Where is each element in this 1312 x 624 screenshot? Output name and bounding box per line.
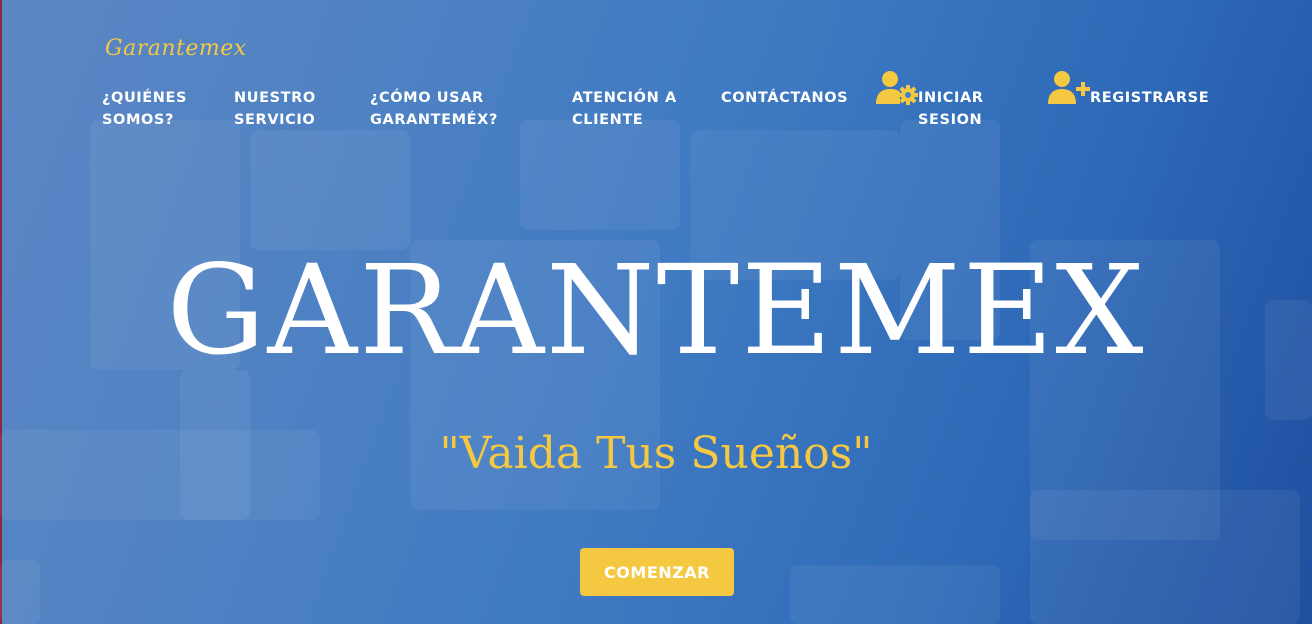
brand-logo[interactable]: Garantemex [105, 36, 247, 61]
hero-tagline: "Vaida Tus Sueños" [439, 428, 873, 479]
user-plus-icon[interactable] [1048, 70, 1090, 106]
user-gear-icon[interactable] [876, 70, 918, 106]
nav-label-line: SERVICIO [234, 112, 316, 128]
nav-quienes-somos[interactable]: ¿QUIÉNES SOMOS? [102, 87, 187, 131]
nav-iniciar-sesion[interactable]: INICIAR SESION [918, 87, 984, 131]
nav-label-line: ¿QUIÉNES [102, 90, 188, 106]
nav-label-line: CONTÁCTANOS [721, 90, 849, 106]
nav-label-line: CLIENTE [572, 112, 644, 128]
nav-label-line: REGISTRARSE [1090, 90, 1210, 106]
nav-contactanos[interactable]: CONTÁCTANOS [721, 87, 848, 109]
nav-label-line: SOMOS? [102, 112, 174, 128]
nav-nuestro-servicio[interactable]: NUESTRO SERVICIO [234, 87, 316, 131]
nav-registrarse[interactable]: REGISTRARSE [1090, 87, 1209, 109]
nav-label-line: SESION [918, 112, 983, 128]
nav-label-line: GARANTEMÉX? [370, 112, 498, 128]
nav-label-line: ¿CÓMO USAR [370, 90, 484, 106]
nav-atencion-cliente[interactable]: ATENCIÓN A CLIENTE [572, 87, 677, 131]
comenzar-button[interactable]: COMENZAR [580, 548, 734, 596]
hero-title: GARANTEMEX [166, 239, 1146, 383]
nav-label-line: NUESTRO [234, 90, 316, 106]
nav-label-line: INICIAR [918, 90, 984, 106]
nav-como-usar[interactable]: ¿CÓMO USAR GARANTEMÉX? [370, 87, 498, 131]
nav-label-line: ATENCIÓN A [572, 90, 677, 106]
